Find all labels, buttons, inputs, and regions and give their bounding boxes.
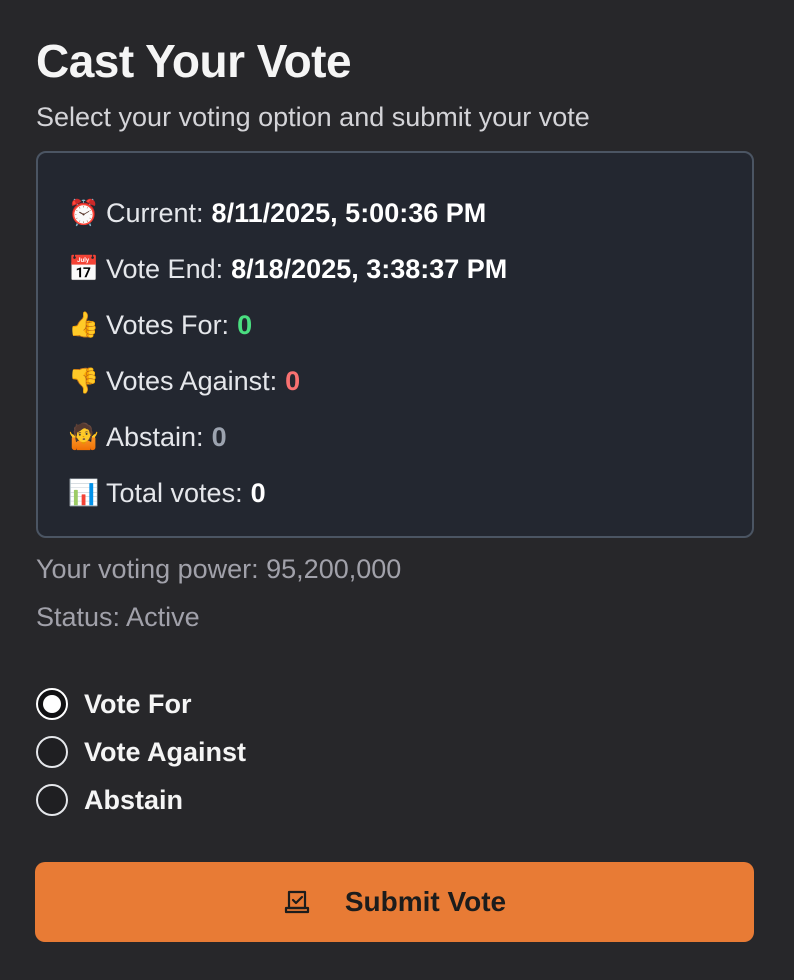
status-text: Status: Active — [36, 602, 200, 632]
submit-vote-button[interactable]: Submit Vote — [35, 862, 754, 942]
option-abstain-label: Abstain — [84, 784, 184, 815]
thumbs-down-icon: 👎 — [68, 366, 100, 395]
vote-panel: Cast Your Vote Select your voting option… — [0, 0, 794, 980]
total-votes-label: Total votes: — [106, 477, 243, 508]
current-time-value: 8/11/2025, 5:00:36 PM — [211, 197, 487, 228]
radio-abstain[interactable] — [36, 784, 68, 816]
calendar-icon: 📅 — [68, 254, 100, 283]
vote-end-value: 8/18/2025, 3:38:37 PM — [231, 253, 508, 284]
votes-for-row: 👍 Votes For: 0 — [68, 297, 722, 353]
total-votes-row: 📊 Total votes: 0 — [68, 465, 722, 521]
option-vote-against[interactable]: Vote Against — [36, 728, 246, 776]
shrug-icon: 🤷 — [68, 422, 100, 451]
alarm-clock-icon: ⏰ — [68, 198, 100, 227]
votes-against-value: 0 — [285, 365, 301, 396]
votes-against-label: Votes Against: — [106, 365, 278, 396]
vote-options: Vote For Vote Against Abstain — [36, 680, 246, 824]
page-subtitle: Select your voting option and submit you… — [36, 102, 590, 132]
radio-vote-for[interactable] — [36, 688, 68, 720]
current-time-row: ⏰ Current: 8/11/2025, 5:00:36 PM — [68, 185, 722, 241]
ballot-box-icon — [283, 888, 311, 916]
vote-end-row: 📅 Vote End: 8/18/2025, 3:38:37 PM — [68, 241, 722, 297]
current-time-label: Current: — [106, 197, 204, 228]
radio-vote-against[interactable] — [36, 736, 68, 768]
option-abstain[interactable]: Abstain — [36, 776, 246, 824]
votes-for-value: 0 — [237, 309, 253, 340]
votes-for-label: Votes For: — [106, 309, 230, 340]
voting-power-text: Your voting power: 95,200,000 — [36, 554, 402, 584]
votes-against-row: 👎 Votes Against: 0 — [68, 353, 722, 409]
submit-vote-label: Submit Vote — [344, 886, 507, 917]
abstain-value: 0 — [211, 421, 227, 452]
vote-info-box: ⏰ Current: 8/11/2025, 5:00:36 PM 📅 Vote … — [36, 151, 754, 538]
total-votes-value: 0 — [250, 477, 266, 508]
option-vote-against-label: Vote Against — [84, 736, 247, 767]
abstain-label: Abstain: — [106, 421, 204, 452]
thumbs-up-icon: 👍 — [68, 310, 100, 339]
option-vote-for-label: Vote For — [84, 688, 192, 719]
vote-end-label: Vote End: — [106, 253, 224, 284]
option-vote-for[interactable]: Vote For — [36, 680, 246, 728]
bar-chart-icon: 📊 — [68, 478, 100, 507]
abstain-row: 🤷 Abstain: 0 — [68, 409, 722, 465]
page-title: Cast Your Vote — [36, 35, 352, 87]
